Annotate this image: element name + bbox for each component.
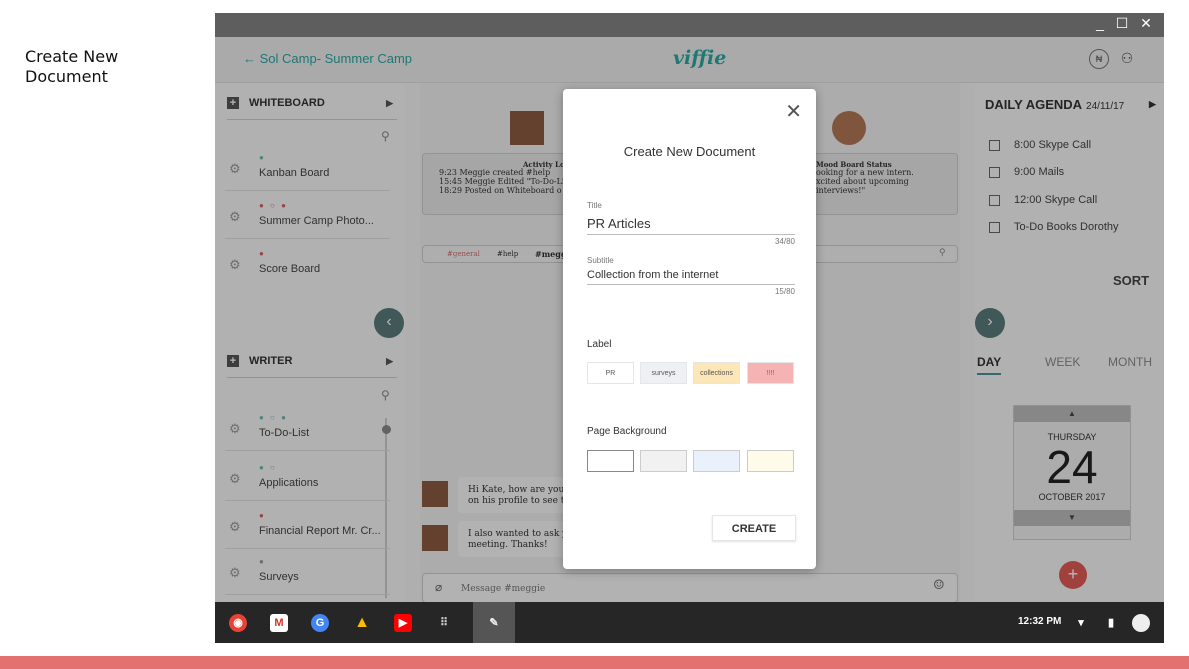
subtitle-label: Subtitle xyxy=(587,256,614,265)
screen: Create New Document _ ☐ ✕ ← Sol Camp- Su… xyxy=(0,0,1189,669)
maximize-button[interactable]: ☐ xyxy=(1113,15,1131,32)
account-avatar[interactable] xyxy=(1132,614,1150,632)
close-icon[interactable]: ✕ xyxy=(785,99,802,124)
battery-icon[interactable]: ▮ xyxy=(1102,614,1120,632)
background-swatch-cream[interactable] xyxy=(747,450,794,472)
background-section-title: Page Background xyxy=(587,426,667,437)
title-label: Title xyxy=(587,201,602,210)
youtube-icon[interactable]: ▶ xyxy=(394,614,412,632)
google-icon[interactable]: G xyxy=(311,614,329,632)
title-counter: 34/80 xyxy=(774,237,795,246)
title-field[interactable] xyxy=(587,213,795,235)
slide-footer-bar xyxy=(0,656,1189,669)
taskbar: ◉ M G ▲ ▶ ⠿ ✎ 12:32 PM ▾ ▮ xyxy=(215,602,1164,643)
create-button[interactable]: CREATE xyxy=(712,515,796,541)
label-chip-urgent[interactable]: !!!! xyxy=(747,362,794,384)
app-window: _ ☐ ✕ ← Sol Camp- Summer Camp viffie ₦ ⚇… xyxy=(215,13,1164,643)
subtitle-field[interactable] xyxy=(587,265,795,285)
label-chip-collections[interactable]: collections xyxy=(693,362,740,384)
chrome-icon[interactable]: ◉ xyxy=(229,614,247,632)
create-document-dialog: ✕ Create New Document Title 34/80 Subtit… xyxy=(563,89,816,569)
label-section-title: Label xyxy=(587,339,612,350)
close-window-button[interactable]: ✕ xyxy=(1137,15,1155,32)
background-swatch-grid[interactable] xyxy=(640,450,687,472)
slide-caption: Create New Document xyxy=(25,47,119,86)
background-swatch-white[interactable] xyxy=(587,450,634,472)
window-titlebar: _ ☐ ✕ xyxy=(215,13,1164,37)
drive-icon[interactable]: ▲ xyxy=(353,614,371,632)
label-chip-pr[interactable]: PR xyxy=(587,362,634,384)
background-swatch-dots[interactable] xyxy=(693,450,740,472)
minimize-button[interactable]: _ xyxy=(1091,15,1109,31)
launcher-icon[interactable]: ⠿ xyxy=(435,614,453,632)
dialog-title: Create New Document xyxy=(623,144,756,159)
subtitle-counter: 15/80 xyxy=(774,287,795,296)
wifi-icon[interactable]: ▾ xyxy=(1072,614,1090,632)
gmail-icon[interactable]: M xyxy=(270,614,288,632)
system-clock[interactable]: 12:32 PM xyxy=(1018,616,1061,627)
label-chip-surveys[interactable]: surveys xyxy=(640,362,687,384)
viffie-icon[interactable]: ✎ xyxy=(485,614,503,632)
